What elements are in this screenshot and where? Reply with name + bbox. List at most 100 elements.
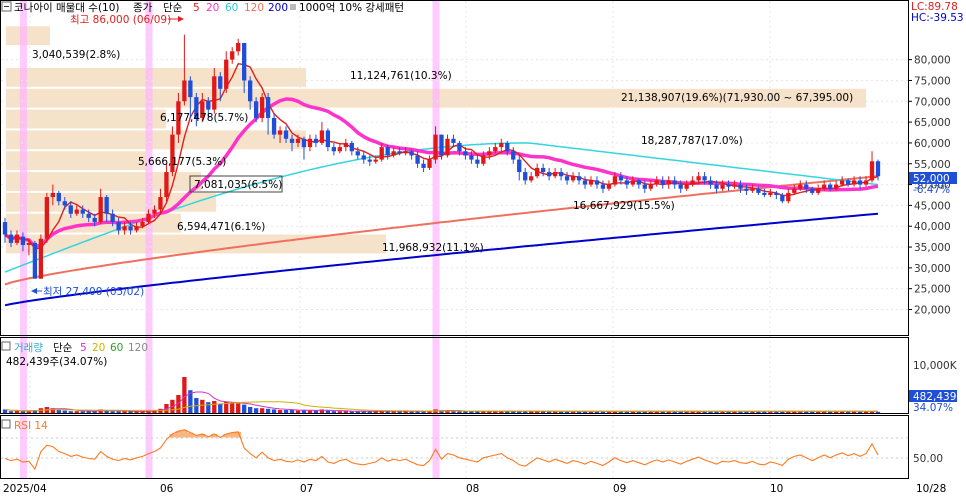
- ma200-legend: 200: [268, 2, 288, 14]
- volume-profile-label: 5,666,177(5.3%): [138, 156, 226, 168]
- candle-body: [499, 142, 504, 148]
- candle-body: [726, 184, 731, 187]
- candle-body: [606, 184, 612, 189]
- x-label-10: 10: [770, 483, 783, 495]
- candle-body: [307, 138, 313, 148]
- candle-body: [505, 142, 510, 152]
- candle-body: [62, 201, 67, 206]
- candle-body: [774, 192, 779, 195]
- candle-body: [481, 155, 486, 164]
- candle-body: [68, 205, 73, 214]
- candle-body: [463, 151, 468, 156]
- volume-bar: [289, 410, 295, 413]
- candle-body: [690, 180, 695, 185]
- candle-body: [618, 176, 624, 181]
- candle-body: [206, 101, 211, 110]
- candle-body: [696, 176, 701, 181]
- volume-profile-zone: [6, 67, 306, 87]
- candle-body: [714, 184, 719, 189]
- candle-body: [277, 130, 283, 135]
- volume-bar: [56, 410, 61, 413]
- candle-body: [331, 147, 337, 152]
- volume-bar: [218, 404, 223, 413]
- candle-body: [242, 42, 247, 81]
- price-axis-tick-label: 35,000: [914, 242, 951, 254]
- candle-body: [493, 147, 498, 152]
- volume-bar: [62, 410, 67, 413]
- x-label-2025-04: 2025/04: [3, 483, 47, 495]
- stock-chart[interactable]: 3,040,539(2.8%) 11,124,761(10.3%) 21,138,9…: [0, 0, 966, 496]
- price-axis-tick-label: 75,000: [914, 75, 951, 87]
- ma60-legend: 60: [225, 2, 238, 14]
- candle-body: [218, 76, 223, 89]
- volume-profile-label: 6,177,478(5.7%): [160, 112, 248, 124]
- price-axis-tick-label: 30,000: [914, 263, 951, 275]
- candle-body: [517, 159, 522, 173]
- candle-body: [146, 213, 151, 223]
- candle-body: [523, 172, 528, 181]
- candle-body: [529, 176, 534, 181]
- candle-body: [116, 222, 121, 231]
- candle-body: [385, 147, 390, 156]
- candle-body: [265, 97, 271, 118]
- candle-body: [732, 184, 737, 187]
- price-axis-tick-label: 60,000: [914, 138, 951, 150]
- candle-body: [666, 180, 671, 185]
- candle-body: [660, 180, 665, 185]
- price-axis-tick-label: 20,000: [914, 305, 951, 317]
- candle-body: [253, 101, 259, 118]
- candle-body: [648, 184, 653, 189]
- candle-body: [768, 192, 773, 195]
- candle-body: [810, 188, 815, 193]
- candle-body: [535, 167, 540, 177]
- candle-body: [875, 161, 881, 177]
- pattern-legend-icon: [290, 4, 296, 10]
- candle-body: [349, 142, 354, 152]
- candle-body: [816, 188, 821, 193]
- candle-body: [576, 176, 582, 181]
- candle-body: [720, 184, 725, 189]
- volume-ma20: 20: [92, 342, 105, 354]
- indicator-name[interactable]: 코나아이 매물대 수(10): [14, 2, 120, 14]
- candle-body: [415, 155, 420, 164]
- volume-current-pct: 34.07%: [913, 402, 953, 414]
- candle-body: [857, 180, 863, 185]
- candle-body: [158, 197, 163, 210]
- volume-profile-label: 7,081,035(6.5%): [194, 179, 282, 191]
- volume-axis-tick: 10,000K: [913, 360, 958, 372]
- current-change: -6.47%: [913, 184, 950, 196]
- rsi-collapse-icon[interactable]: [1, 419, 11, 429]
- ma-type: 단순: [163, 2, 183, 14]
- x-label-06: 06: [160, 483, 174, 495]
- volume-bar: [307, 410, 313, 413]
- price-axis-tick-label: 65,000: [914, 117, 951, 129]
- volume-bar: [212, 401, 217, 413]
- price-axis-tick-label: 55,000: [914, 159, 951, 171]
- candle-body: [708, 180, 713, 185]
- high-label: 최고 86,000 (06/09): [70, 14, 171, 26]
- volume-profile-zone: [6, 151, 146, 171]
- candle-body: [612, 176, 618, 185]
- candle-body: [750, 188, 755, 191]
- volume-bar: [20, 411, 26, 413]
- volume-profile-label: 16,667,929(15.5%): [573, 200, 675, 212]
- candle-body: [92, 217, 97, 223]
- candle-body: [248, 80, 253, 102]
- volume-bar: [265, 408, 271, 413]
- volume-bar: [26, 411, 32, 413]
- candle-body: [140, 222, 145, 227]
- volume-ma120: 120: [128, 342, 148, 354]
- volume-bar: [875, 411, 881, 413]
- candle-body: [451, 138, 456, 143]
- candle-body: [600, 184, 606, 189]
- pattern-highlight: [145, 1, 153, 478]
- volume-ma-type: 단순: [53, 342, 73, 354]
- candle-body: [2, 222, 8, 235]
- candle-body: [188, 80, 193, 98]
- rsi-axis-tick: 50.00: [913, 453, 943, 465]
- candle-body: [433, 134, 438, 160]
- volume-profile-label: 18,287,787(17.0%): [641, 135, 743, 147]
- candle-body: [792, 188, 797, 193]
- volume-collapse-icon[interactable]: [1, 341, 11, 351]
- candle-body: [427, 159, 432, 168]
